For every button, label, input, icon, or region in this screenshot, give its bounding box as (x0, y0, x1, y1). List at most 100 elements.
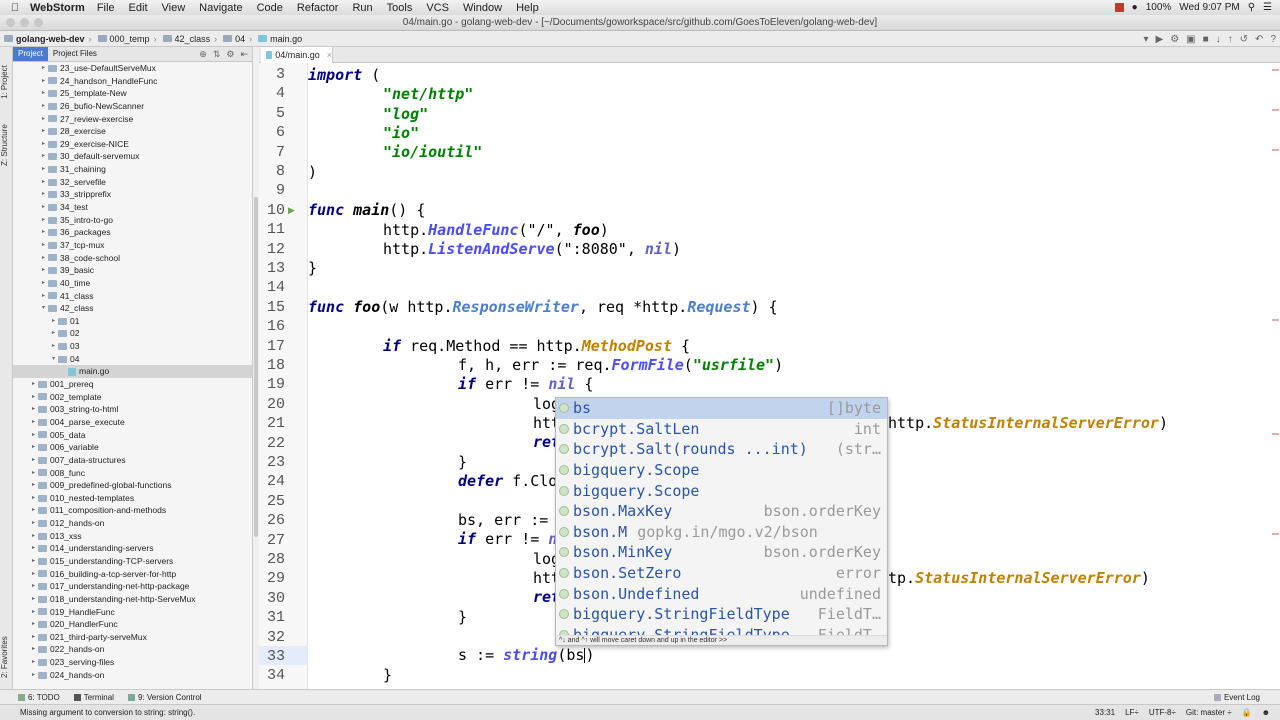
breadcrumb-item[interactable]: main.go (258, 34, 302, 44)
collapse-icon[interactable]: ⇅ (213, 49, 221, 60)
code-line[interactable]: http.HandleFunc("/", foo) (383, 221, 609, 240)
collapsed-arrow-icon[interactable]: ▸ (39, 277, 48, 290)
completion-item[interactable]: bcrypt.Salt(rounds ...int) (str… (556, 439, 887, 460)
collapsed-arrow-icon[interactable]: ▸ (29, 391, 38, 404)
collapsed-arrow-icon[interactable]: ▸ (29, 517, 38, 530)
tree-folder[interactable]: ▸ 27_review-exercise (13, 113, 252, 126)
close-window-button[interactable] (6, 18, 15, 27)
collapsed-arrow-icon[interactable]: ▸ (29, 454, 38, 467)
list-icon[interactable]: ☰ (1263, 2, 1272, 13)
menu-code[interactable]: Code (257, 2, 283, 14)
search-icon[interactable]: ⚲ (1248, 2, 1255, 13)
line-separator[interactable]: LF÷ (1125, 708, 1139, 717)
clock[interactable]: Wed 9:07 PM (1179, 2, 1239, 13)
collapsed-arrow-icon[interactable]: ▸ (29, 568, 38, 581)
tree-folder[interactable]: ▸ 35_intro-to-go (13, 214, 252, 227)
collapsed-arrow-icon[interactable]: ▸ (39, 264, 48, 277)
collapsed-arrow-icon[interactable]: ▸ (29, 593, 38, 606)
tree-folder[interactable]: ▸ 009_predefined-global-functions (13, 479, 252, 492)
record-icon[interactable] (1114, 3, 1124, 12)
tree-folder[interactable]: ▸ 23_use-DefaultServeMux (13, 62, 252, 75)
collapsed-arrow-icon[interactable]: ▸ (49, 315, 58, 328)
code-line[interactable]: } (458, 453, 467, 472)
completion-item[interactable]: bigquery.StringFieldType FieldT… (556, 604, 887, 625)
collapsed-arrow-icon[interactable]: ▸ (29, 643, 38, 656)
code-line[interactable]: ) (308, 163, 317, 182)
tree-folder[interactable]: ▸ 003_string-to-html (13, 403, 252, 416)
tree-folder[interactable]: ▸ 013_xss (13, 530, 252, 543)
completion-item[interactable]: bson.MinKey bson.orderKey (556, 542, 887, 563)
tree-folder[interactable]: ▸ 008_func (13, 467, 252, 480)
code-line[interactable]: f, h, err := req.FormFile("usrfile") (458, 356, 783, 375)
tree-folder[interactable]: ▸ 25_template-New (13, 87, 252, 100)
collapsed-arrow-icon[interactable]: ▸ (29, 631, 38, 644)
menu-refactor[interactable]: Refactor (297, 2, 339, 14)
collapsed-arrow-icon[interactable]: ▸ (39, 125, 48, 138)
tree-folder[interactable]: ▸ 024_hands-on (13, 669, 252, 682)
tree-folder[interactable]: ▸ 02 (13, 327, 252, 340)
tree-folder[interactable]: ▸ 28_exercise (13, 125, 252, 138)
terminal-tool-button[interactable]: Terminal (73, 693, 114, 702)
code-line[interactable]: defer f.Clo (458, 472, 557, 491)
collapsed-arrow-icon[interactable]: ▸ (29, 504, 38, 517)
code-line[interactable]: "io" (383, 124, 419, 143)
tree-folder[interactable]: ▸ 002_template (13, 391, 252, 404)
completion-item[interactable]: bigquery.Scope (556, 480, 887, 501)
collapsed-arrow-icon[interactable]: ▸ (29, 378, 38, 391)
menu-help[interactable]: Help (516, 2, 539, 14)
collapsed-arrow-icon[interactable]: ▸ (29, 492, 38, 505)
code-line[interactable]: } (458, 608, 467, 627)
collapsed-arrow-icon[interactable]: ▸ (49, 327, 58, 340)
tree-folder[interactable]: ▸ 37_tcp-mux (13, 239, 252, 252)
tree-folder[interactable]: ▸ 001_prereq (13, 378, 252, 391)
scrollbar-thumb[interactable] (254, 197, 258, 537)
error-stripe-mark[interactable] (1272, 533, 1279, 535)
tree-folder[interactable]: ▾ 04 (13, 353, 252, 366)
collapsed-arrow-icon[interactable]: ▸ (29, 467, 38, 480)
tree-folder[interactable]: ▸ 015_understanding-TCP-servers (13, 555, 252, 568)
gear-icon[interactable]: ⚙ (226, 49, 234, 60)
structure-tool-tab[interactable]: Z: Structure (0, 115, 13, 175)
completion-item[interactable]: bson.M gopkg.in/mgo.v2/bson (556, 522, 887, 543)
expanded-arrow-icon[interactable]: ▾ (49, 353, 58, 366)
revert-icon[interactable]: ↶ (1255, 34, 1263, 45)
run-config-dropdown[interactable]: ▾ (1143, 34, 1148, 45)
file-encoding[interactable]: UTF-8÷ (1149, 708, 1176, 717)
battery-level[interactable]: 100% (1146, 2, 1172, 13)
breadcrumb-item[interactable]: 04 › (223, 34, 252, 44)
collapsed-arrow-icon[interactable]: ▸ (39, 252, 48, 265)
project-tool-tab[interactable]: 1: Project (0, 52, 13, 112)
todo-tool-button[interactable]: 6: TODO (18, 693, 60, 702)
inspector-icon[interactable]: ☻ (1262, 708, 1270, 717)
tree-folder[interactable]: ▸ 016_building-a-tcp-server-for-http (13, 568, 252, 581)
collapsed-arrow-icon[interactable]: ▸ (39, 214, 48, 227)
collapsed-arrow-icon[interactable]: ▸ (39, 188, 48, 201)
tree-folder[interactable]: ▸ 021_third-party-serveMux (13, 631, 252, 644)
collapsed-arrow-icon[interactable]: ▸ (39, 138, 48, 151)
error-stripe-mark[interactable] (1272, 319, 1279, 321)
collapsed-arrow-icon[interactable]: ▸ (39, 226, 48, 239)
apple-icon[interactable]:  (0, 2, 30, 14)
stop-icon[interactable]: ■ (1203, 34, 1209, 45)
collapsed-arrow-icon[interactable]: ▸ (29, 542, 38, 555)
collapsed-arrow-icon[interactable]: ▸ (29, 618, 38, 631)
event-log-button[interactable]: Event Log (1213, 693, 1260, 702)
code-line[interactable]: "log" (383, 105, 428, 124)
tree-folder[interactable]: ▸ 010_nested-templates (13, 492, 252, 505)
minimize-window-button[interactable] (20, 18, 29, 27)
wifi-icon[interactable]: ● (1132, 2, 1138, 13)
collapsed-arrow-icon[interactable]: ▸ (39, 201, 48, 214)
caret-position[interactable]: 33:31 (1095, 708, 1115, 717)
completion-item[interactable]: bcrypt.SaltLen int (556, 419, 887, 440)
tree-folder[interactable]: ▸ 019_HandleFunc (13, 606, 252, 619)
collapsed-arrow-icon[interactable]: ▸ (29, 429, 38, 442)
version-control-tool-button[interactable]: 9: Version Control (127, 693, 202, 702)
tree-folder[interactable]: ▸ 40_time (13, 277, 252, 290)
tree-folder[interactable]: ▸ 011_composition-and-methods (13, 504, 252, 517)
close-tab-icon[interactable]: × (327, 50, 332, 60)
tree-folder[interactable]: ▾ 42_class (13, 302, 252, 315)
code-line[interactable]: if err != n (458, 530, 557, 549)
menu-navigate[interactable]: Navigate (199, 2, 242, 14)
expanded-arrow-icon[interactable]: ▾ (39, 302, 48, 315)
menu-vcs[interactable]: VCS (426, 2, 449, 14)
